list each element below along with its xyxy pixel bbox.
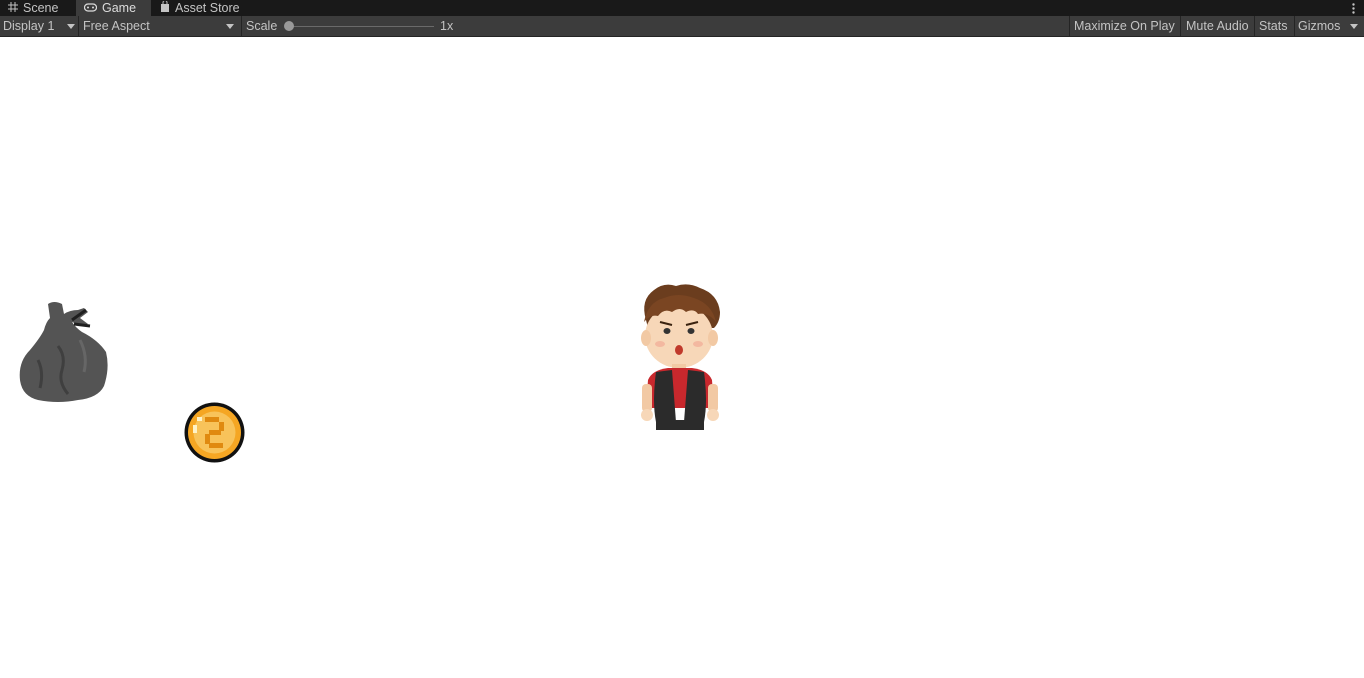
- tab-label: Asset Store: [175, 1, 240, 15]
- game-view-canvas[interactable]: [0, 37, 1364, 678]
- player-character-sprite: [641, 284, 720, 430]
- coin-sprite: [184, 402, 245, 463]
- divider: [1254, 16, 1255, 36]
- game-view-toolbar: Display 1 Free Aspect Scale 1x Maximize …: [0, 16, 1364, 37]
- gizmos-label: Gizmos: [1298, 19, 1341, 33]
- mute-audio-toggle[interactable]: Mute Audio: [1183, 16, 1253, 36]
- scale-slider-track[interactable]: [289, 26, 434, 27]
- display-dropdown[interactable]: Display 1: [0, 16, 78, 36]
- tab-label: Game: [102, 1, 137, 15]
- maximize-on-play-toggle[interactable]: Maximize On Play: [1071, 16, 1179, 36]
- tab-game[interactable]: Game: [76, 0, 151, 16]
- divider: [241, 16, 242, 36]
- scale-slider-thumb[interactable]: [284, 21, 294, 31]
- divider: [78, 16, 79, 36]
- divider: [1069, 16, 1070, 36]
- display-label: Display 1: [3, 19, 55, 33]
- aspect-dropdown[interactable]: Free Aspect: [80, 16, 240, 36]
- editor-tab-bar: Scene Game Asset Store: [0, 0, 1364, 16]
- tab-scene[interactable]: Scene: [0, 0, 66, 16]
- tab-asset-store[interactable]: Asset Store: [152, 0, 248, 16]
- grid-icon: [8, 1, 18, 15]
- tab-label: Scene: [23, 1, 59, 15]
- divider: [1180, 16, 1181, 36]
- stats-toggle[interactable]: Stats: [1256, 16, 1294, 36]
- more-options-icon[interactable]: [1348, 0, 1358, 16]
- aspect-label: Free Aspect: [83, 19, 150, 33]
- gizmos-dropdown[interactable]: Gizmos: [1295, 16, 1364, 36]
- gamepad-icon: [83, 1, 98, 15]
- trash-bag-sprite: [19, 302, 108, 402]
- chevron-down-icon: [67, 24, 75, 29]
- store-bag-icon: [160, 0, 170, 15]
- scale-label: Scale: [246, 19, 278, 33]
- chevron-down-icon: [226, 24, 234, 29]
- scale-value: 1x: [440, 19, 454, 33]
- chevron-down-icon: [1350, 24, 1358, 29]
